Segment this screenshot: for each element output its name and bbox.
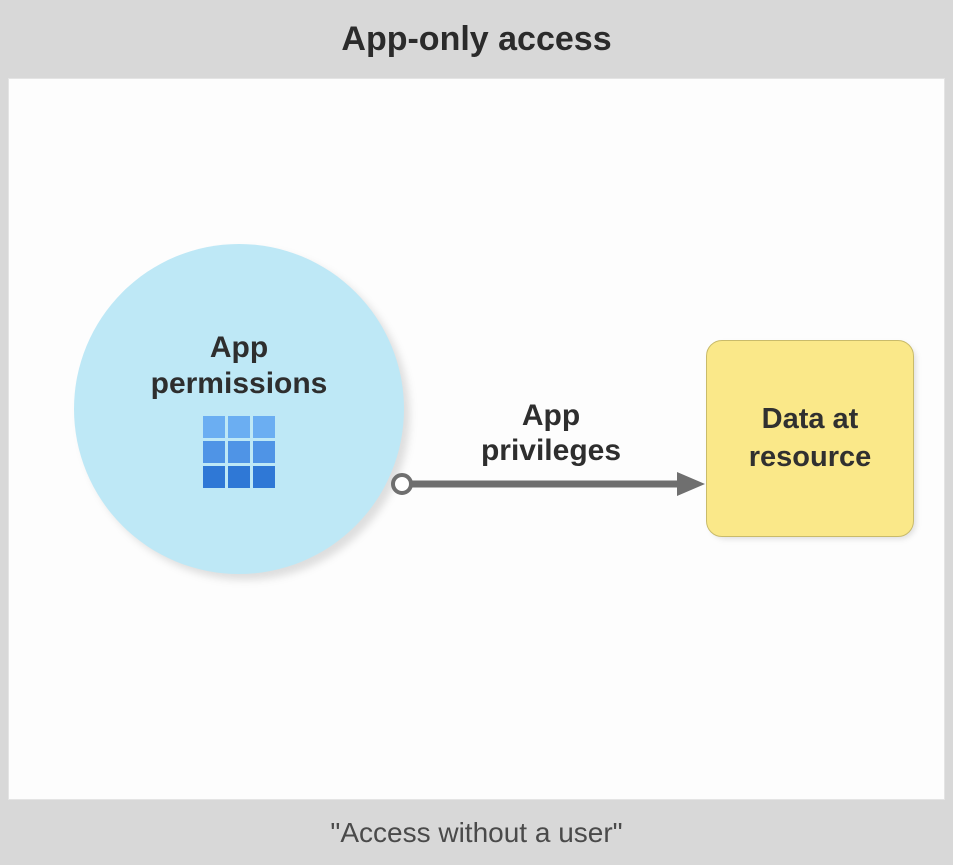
arrow-label: App privileges xyxy=(391,399,711,468)
app-grid-icon xyxy=(203,416,275,488)
footer-caption: "Access without a user" xyxy=(330,817,622,848)
resource-label: Data at resource xyxy=(749,401,872,476)
arrow-svg xyxy=(391,472,711,502)
diagram-title: App-only access xyxy=(0,0,953,78)
circle-body: App permissions xyxy=(74,244,404,574)
resource-body: Data at resource xyxy=(706,340,914,537)
node-data-at-resource: Data at resource xyxy=(706,340,912,535)
diagram-footer: "Access without a user" xyxy=(0,800,953,865)
app-label: App permissions xyxy=(151,330,328,402)
diagram-canvas: App permissions App privileges Data at r… xyxy=(8,78,945,800)
title-text: App-only access xyxy=(341,20,611,58)
node-app-permissions: App permissions xyxy=(74,244,404,574)
diagram-frame: App-only access App permissions App priv… xyxy=(0,0,953,865)
arrow-app-privileges: App privileges xyxy=(391,399,711,479)
